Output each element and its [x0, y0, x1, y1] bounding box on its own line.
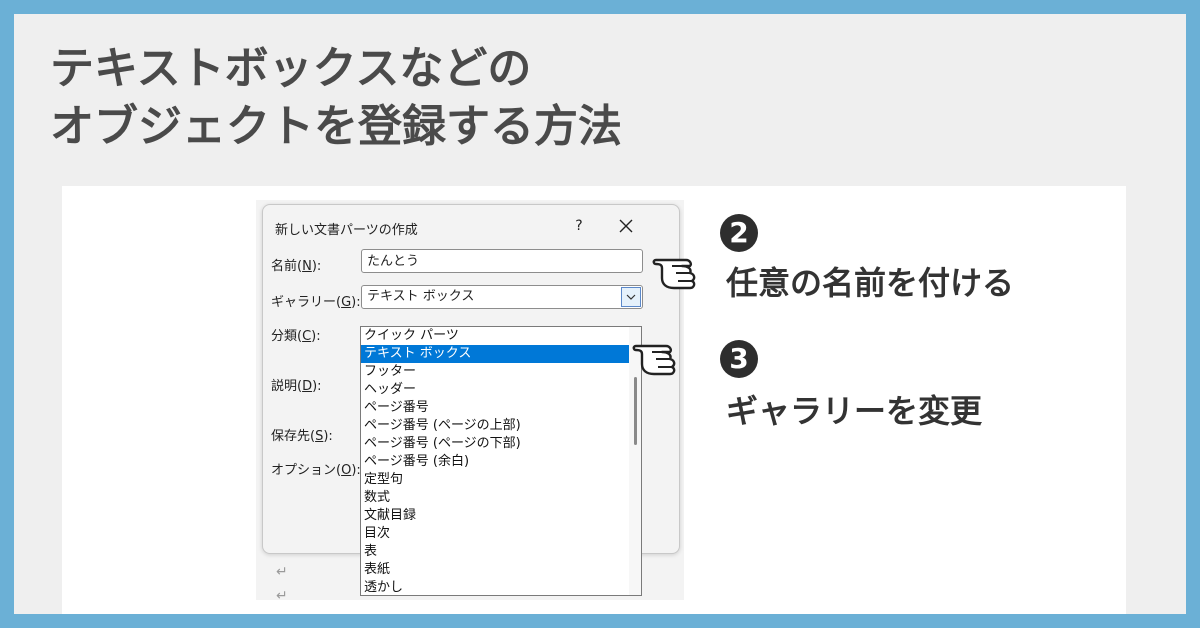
gallery-option[interactable]: 透かし — [361, 579, 641, 595]
gallery-label: ギャラリー(G): — [271, 295, 361, 310]
step-3-text: ギャラリーを変更 — [726, 392, 983, 430]
gallery-option[interactable]: 定型句 — [361, 471, 641, 489]
gallery-option[interactable]: フッター — [361, 363, 641, 381]
gallery-option[interactable]: 文献目録 — [361, 507, 641, 525]
gallery-option[interactable]: テキスト ボックス — [361, 345, 641, 363]
save-in-label: 保存先(S): — [271, 429, 333, 444]
title-line-2: オブジェクトを登録する方法 — [50, 101, 622, 152]
description-label: 説明(D): — [271, 379, 322, 394]
gallery-option[interactable]: ページ番号 (余白) — [361, 453, 641, 471]
scrollbar-thumb[interactable] — [634, 377, 637, 445]
gallery-option[interactable]: 表紙 — [361, 561, 641, 579]
options-label: オプション(O): — [271, 463, 361, 478]
pointing-hand-icon — [632, 344, 676, 376]
help-button[interactable]: ? — [567, 215, 591, 237]
word-screenshot: 新しい文書パーツの作成 ? 名前(N): たんとう ギャラリー(G): テキスト… — [256, 200, 684, 600]
close-icon — [619, 219, 633, 233]
gallery-selected-value: テキスト ボックス — [367, 289, 475, 304]
return-arrow-icon: ↵ — [276, 564, 288, 580]
gallery-option[interactable]: ページ番号 — [361, 399, 641, 417]
gallery-dropdown-button[interactable] — [621, 287, 641, 307]
gallery-dropdown-list: クイック パーツ テキスト ボックス フッター ヘッダー ページ番号 ページ番号 (ページ… — [360, 326, 642, 596]
category-label: 分類(C): — [271, 329, 321, 344]
close-button[interactable] — [611, 213, 641, 239]
gallery-select[interactable]: テキスト ボックス — [361, 285, 643, 309]
gallery-option[interactable]: ページ番号 (ページの上部) — [361, 417, 641, 435]
gallery-option[interactable]: ページ番号 (ページの下部) — [361, 435, 641, 453]
gallery-option[interactable]: 目次 — [361, 525, 641, 543]
step-3-badge: 3 — [720, 340, 758, 378]
return-arrow-icon: ↵ — [276, 588, 288, 600]
name-input[interactable]: たんとう — [361, 249, 643, 273]
gallery-option[interactable]: 数式 — [361, 489, 641, 507]
dialog-title: 新しい文書パーツの作成 — [275, 223, 418, 238]
step-2-text: 任意の名前を付ける — [726, 264, 1015, 302]
name-label: 名前(N): — [271, 259, 322, 274]
gallery-option[interactable]: クイック パーツ — [361, 327, 641, 345]
chevron-down-icon — [626, 294, 636, 300]
title-line-1: テキストボックスなどの — [50, 43, 532, 94]
gallery-option[interactable]: ヘッダー — [361, 381, 641, 399]
page-title: テキストボックスなどの オブジェクトを登録する方法 — [50, 40, 622, 156]
step-2-badge: 2 — [720, 214, 758, 252]
pointing-hand-icon — [652, 258, 696, 290]
gallery-option[interactable]: 表 — [361, 543, 641, 561]
